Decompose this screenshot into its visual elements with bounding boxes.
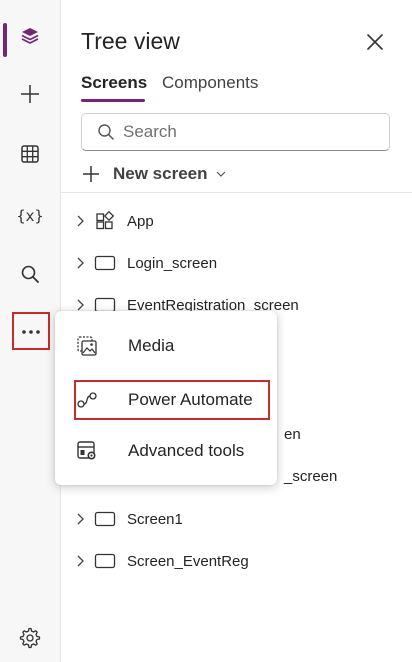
screen-icon [93,553,117,569]
table-icon [20,144,40,169]
tree-item-label: Login_screen [127,254,218,272]
search-box[interactable] [81,113,390,151]
rail-search-button[interactable] [4,256,56,296]
tab-screens[interactable]: Screens [81,73,147,93]
chevron-down-icon [216,170,226,178]
power-automate-icon [75,389,99,411]
rail-insert-button[interactable] [4,76,56,116]
chevron-right-icon[interactable] [73,215,87,227]
screen-icon [93,511,117,527]
tab-selected-indicator [81,99,145,102]
tab-components[interactable]: Components [162,73,258,93]
screen-icon [93,255,117,271]
layers-icon [20,26,40,51]
divider [61,192,412,193]
rail-variables-button[interactable]: {x} [4,196,56,236]
close-icon [363,34,387,58]
chevron-right-icon[interactable] [73,257,87,269]
menu-item-advanced-tools[interactable]: Advanced tools [75,433,271,469]
search-icon [97,123,115,141]
tree-item-label: en [284,425,301,443]
active-indicator [3,23,7,57]
rail-data-button[interactable] [4,136,56,176]
media-icon [75,335,99,357]
variables-icon: {x} [16,207,44,225]
close-button[interactable] [363,30,387,54]
chevron-right-icon[interactable] [73,299,87,311]
rail-settings-button[interactable] [4,620,56,660]
tree-item-partial[interactable]: en [284,419,301,449]
tree-item-label: Screen1 [127,510,183,528]
plus-icon [81,164,101,184]
menu-item-label: Advanced tools [128,441,245,460]
tree-item-login-screen[interactable]: Login_screen [73,248,217,278]
menu-item-power-automate[interactable]: Power Automate [75,382,271,418]
tree-item-label: Screen_EventReg [127,552,249,570]
plus-icon [19,83,41,110]
tree-item-partial[interactable]: _screen [284,461,337,491]
app-icon [93,211,117,231]
more-flyout-menu: Media Power Automate Advanced tools [55,311,277,485]
menu-item-media[interactable]: Media [75,328,271,364]
tree-item-label: App [127,212,154,230]
left-rail: {x} [0,0,61,662]
menu-item-label: Media [128,336,175,355]
chevron-right-icon[interactable] [73,513,87,525]
panel-title: Tree view [81,28,180,54]
new-screen-button[interactable]: New screen [81,160,226,188]
menu-item-label: Power Automate [128,390,253,409]
search-input[interactable] [123,122,363,142]
tree-item-app[interactable]: App [73,206,154,236]
chevron-right-icon[interactable] [73,555,87,567]
rail-more-button[interactable] [12,312,50,350]
search-icon [20,264,40,289]
new-screen-label: New screen [113,164,208,183]
tree-item-screen-eventreg[interactable]: Screen_EventReg [73,546,249,576]
tree-item-screen1[interactable]: Screen1 [73,504,183,534]
settings-icon [19,627,41,654]
advanced-tools-icon [75,440,99,462]
tree-item-label: _screen [284,467,338,485]
more-icon [21,322,41,340]
rail-tree-view-button[interactable] [3,18,56,58]
